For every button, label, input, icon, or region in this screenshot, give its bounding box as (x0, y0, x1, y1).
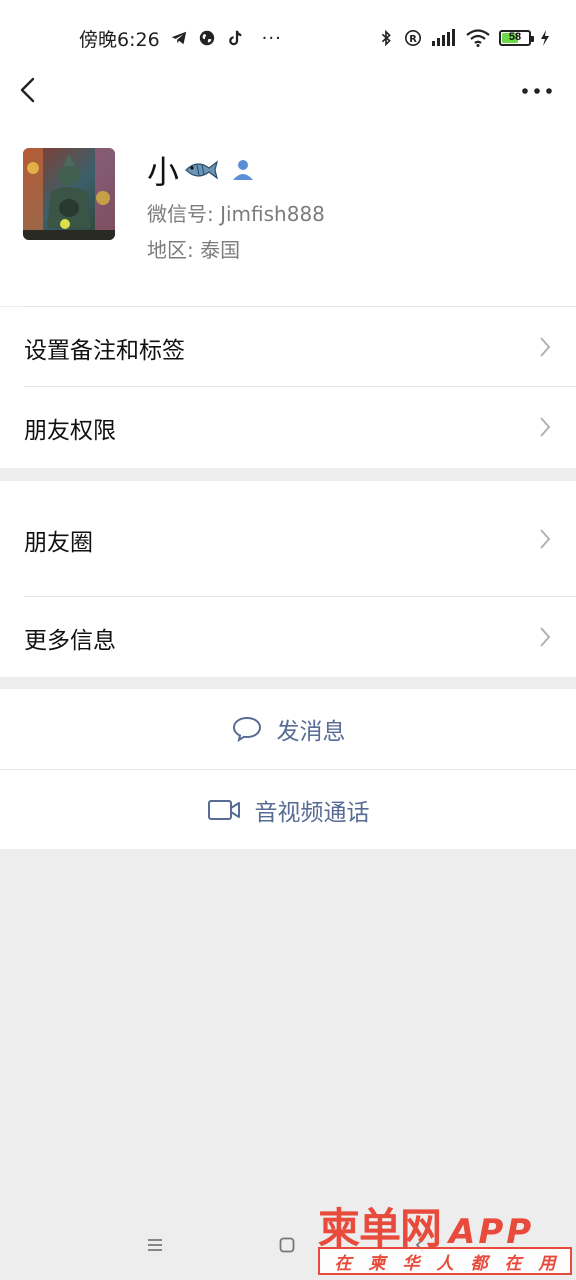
send-message-label: 发消息 (276, 719, 346, 745)
tiktok-icon (228, 30, 241, 46)
menu-moments[interactable]: 朋友圈 (0, 481, 576, 597)
registered-icon: R (404, 29, 422, 47)
chevron-right-icon (540, 529, 551, 549)
status-bar: 傍晚6:26 ··· R 58 (0, 0, 576, 76)
battery-level: 58 (508, 31, 522, 43)
send-message-button[interactable]: 发消息 (0, 689, 576, 769)
slogan-char: 柬 (368, 1253, 386, 1274)
battery-icon: 58 (499, 30, 534, 46)
menu-label: 设置备注和标签 (24, 338, 185, 364)
watermark-app: APP (449, 1212, 535, 1252)
menu-remarks-tags[interactable]: 设置备注和标签 (0, 307, 576, 387)
chat-bubble-icon (232, 716, 261, 743)
slogan-char: 在 (504, 1253, 522, 1274)
telegram-icon (171, 31, 186, 45)
status-time: 傍晚6:26 (79, 28, 160, 51)
video-call-label: 音视频通话 (254, 799, 370, 826)
chevron-right-icon (540, 337, 551, 357)
status-more-dots: ··· (261, 27, 282, 49)
more-options-icon[interactable] (520, 77, 554, 107)
menu-label: 朋友权限 (24, 418, 116, 444)
slogan-char: 用 (538, 1253, 556, 1274)
slogan-char: 都 (470, 1253, 488, 1274)
globe-icon (199, 30, 214, 46)
menu-friend-permissions[interactable]: 朋友权限 (0, 387, 576, 468)
video-camera-icon (207, 799, 240, 820)
slogan-char: 华 (402, 1253, 420, 1274)
region: 地区: 泰国 (147, 238, 241, 262)
signal-icon (432, 29, 455, 46)
fish-icon (185, 160, 219, 180)
svg-text:R: R (409, 34, 417, 45)
wifi-icon (466, 29, 490, 47)
watermark-slogan: 在 柬 华 人 都 在 用 (318, 1247, 572, 1275)
nav-bar (0, 76, 576, 132)
menu-label: 朋友圈 (24, 530, 93, 556)
watermark-logo: 柬单网 APP 在 柬 华 人 都 在 用 (318, 1195, 572, 1277)
chevron-right-icon (540, 417, 551, 437)
video-call-button[interactable]: 音视频通话 (0, 770, 576, 849)
avatar[interactable] (23, 148, 115, 240)
home-icon[interactable] (279, 1237, 295, 1253)
menu-more-info[interactable]: 更多信息 (0, 597, 576, 677)
charging-icon (541, 30, 549, 46)
chevron-right-icon (540, 627, 551, 647)
menu-icon[interactable] (147, 1238, 163, 1252)
menu-label: 更多信息 (24, 628, 116, 654)
contact-name-row: 小 (147, 150, 257, 191)
profile-card: 小 微信号: Jimfish888 地区: 泰国 (0, 132, 576, 307)
wechat-id: 微信号: Jimfish888 (147, 202, 325, 226)
slogan-char: 人 (436, 1253, 454, 1274)
contact-person-icon (233, 160, 254, 180)
bluetooth-icon (381, 29, 391, 47)
contact-name: 小 (147, 153, 180, 191)
back-arrow-icon[interactable] (14, 76, 44, 106)
slogan-char: 在 (334, 1253, 352, 1274)
